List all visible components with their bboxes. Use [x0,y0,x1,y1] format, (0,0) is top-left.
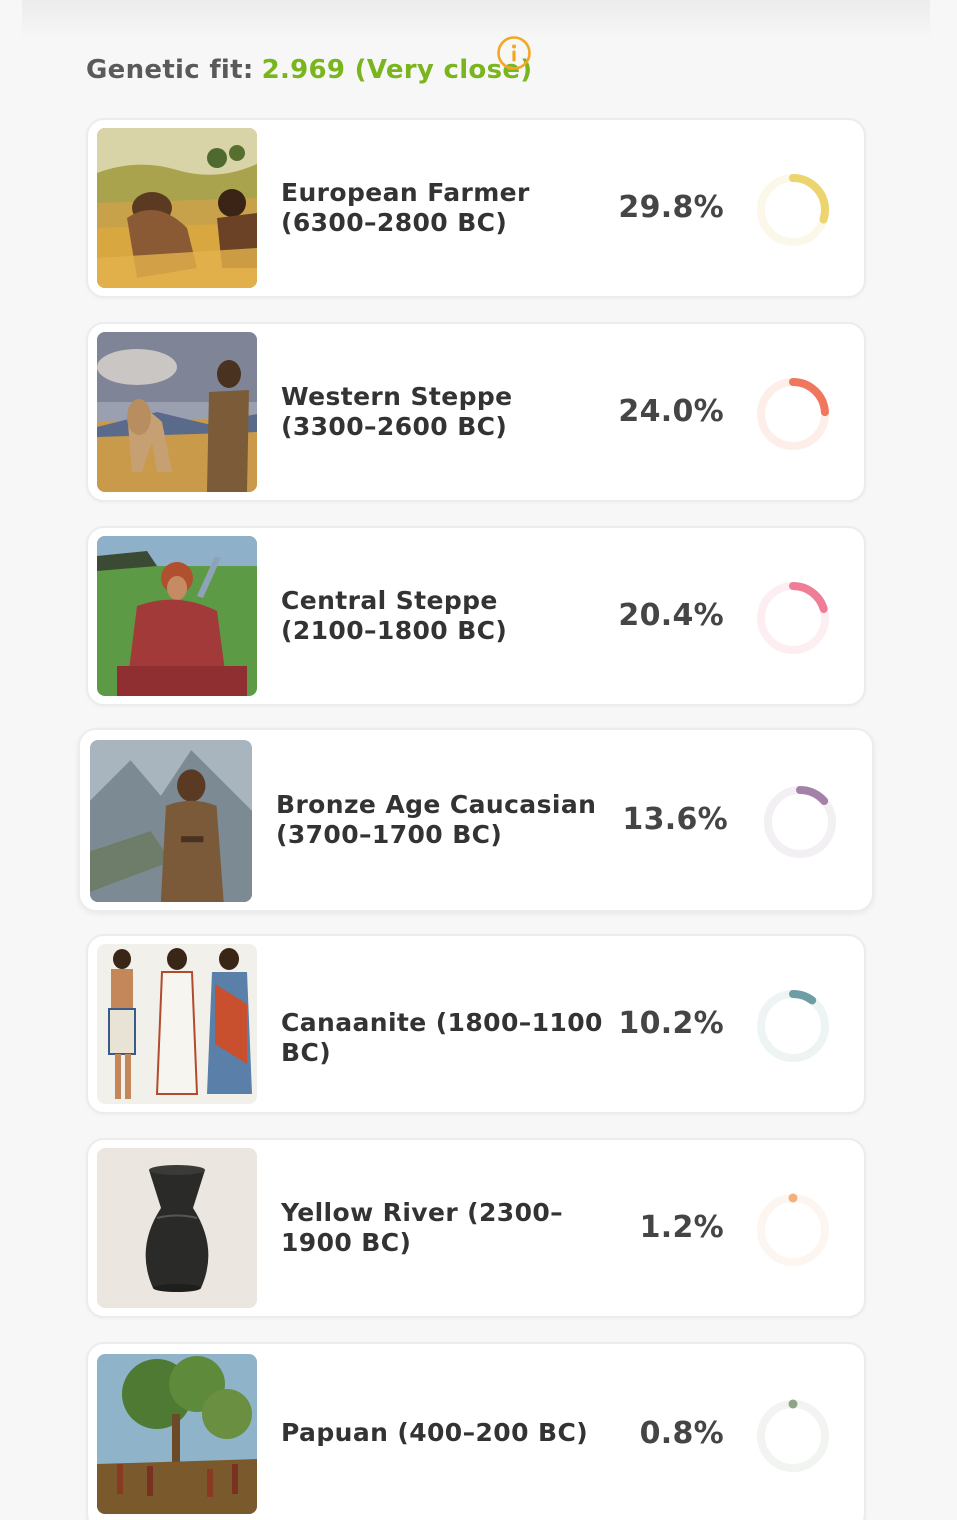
population-name: Western Steppe (3300–2600 BC) [281,382,513,441]
population-name: Canaanite (1800–1100 BC) [281,1008,603,1067]
percent-ring-icon [757,990,829,1062]
population-percent: 10.2% [618,1006,724,1041]
genetic-fit-value: 2.969 (Very close) [261,55,533,85]
ring-value-arc [788,1193,798,1203]
ring-track [757,1400,829,1472]
population-name: European Farmer (6300–2800 BC) [281,178,530,237]
population-percent: 29.8% [618,190,724,225]
percent-ring-icon [757,174,829,246]
header-shadow [22,0,930,40]
population-thumbnail [97,1148,257,1308]
population-thumbnail [97,536,257,696]
population-percent: 0.8% [639,1416,724,1451]
info-circle-icon[interactable] [496,35,532,71]
population-name: Yellow River (2300–1900 BC) [281,1198,564,1257]
population-name: Bronze Age Caucasian (3700–1700 BC) [276,790,597,849]
population-thumbnail [90,740,252,902]
population-percent: 20.4% [618,598,724,633]
percent-ring-icon [757,1399,829,1472]
population-thumbnail [97,944,257,1104]
genetic-fit-label: Genetic fit: [86,55,254,85]
population-card-central-steppe[interactable]: Central Steppe (2100–1800 BC) 20.4% [86,526,866,706]
population-name: Central Steppe (2100–1800 BC) [281,586,508,645]
population-thumbnail [97,1354,257,1514]
percent-ring-icon [757,582,829,654]
percent-ring-icon [757,1193,829,1266]
population-percent: 1.2% [639,1210,724,1245]
population-card-bronze-age-caucasian[interactable]: Bronze Age Caucasian (3700–1700 BC) 13.6… [78,728,874,912]
population-card-papuan[interactable]: Papuan (400–200 BC) 0.8% [86,1342,866,1520]
ring-track [757,990,829,1062]
ring-value-arc [788,1399,798,1409]
genetic-fit-row: Genetic fit: 2.969 (Very close) [86,50,533,90]
population-percent: 24.0% [618,394,724,429]
population-thumbnail [97,128,257,288]
population-card-yellow-river[interactable]: Yellow River (2300–1900 BC) 1.2% [86,1138,866,1318]
population-name: Papuan (400–200 BC) [281,1418,589,1447]
population-card-canaanite[interactable]: Canaanite (1800–1100 BC) 10.2% [86,934,866,1114]
population-percent: 13.6% [622,802,728,837]
percent-ring-icon [764,786,836,858]
population-card-european-farmer[interactable]: European Farmer (6300–2800 BC) 29.8% [86,118,866,298]
ancestry-results-page: Genetic fit: 2.969 (Very close) European… [0,0,957,1520]
population-card-western-steppe[interactable]: Western Steppe (3300–2600 BC) 24.0% [86,322,866,502]
ring-track [757,1194,829,1266]
percent-ring-icon [757,378,829,450]
population-thumbnail [97,332,257,492]
